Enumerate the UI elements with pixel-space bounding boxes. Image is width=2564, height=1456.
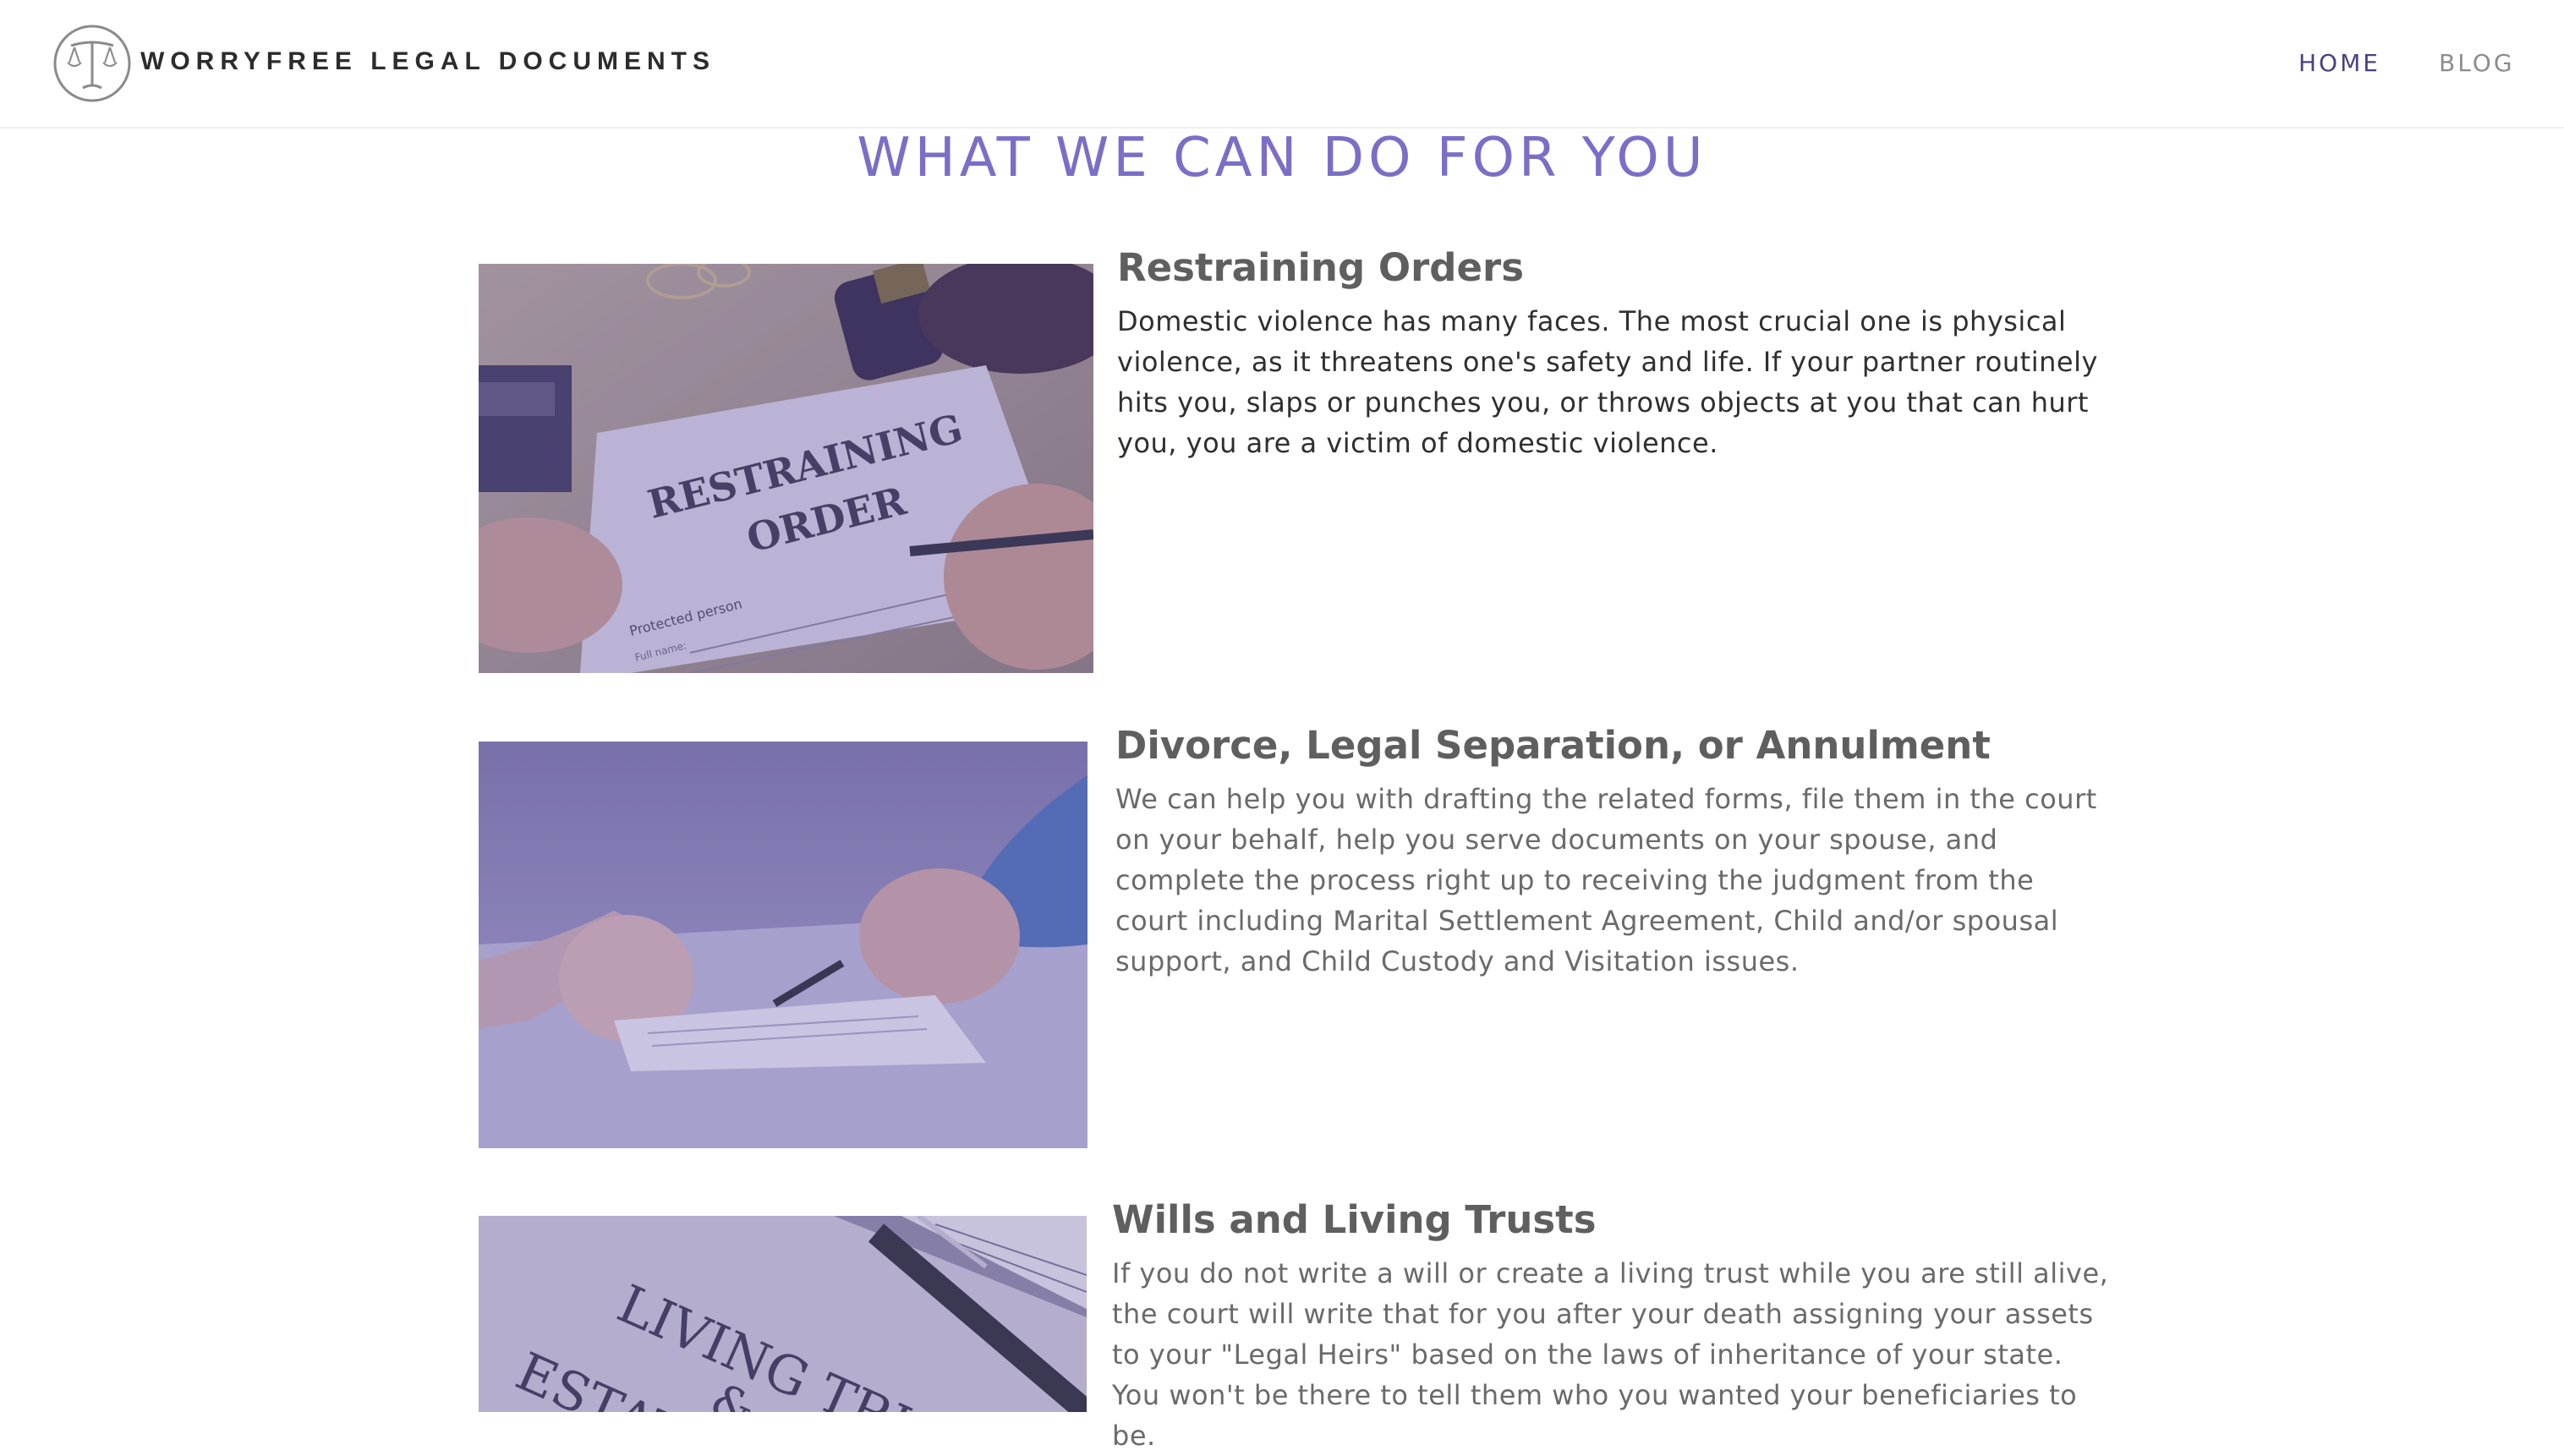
divorce-image — [479, 742, 1088, 1148]
site-header: WORRYFREE LEGAL DOCUMENTS HOME BLOG — [0, 0, 2564, 129]
nav-blog-link[interactable]: BLOG — [2439, 49, 2515, 77]
service-title-restraining-orders: Restraining Orders — [1117, 245, 1524, 290]
brand-name[interactable]: WORRYFREE LEGAL DOCUMENTS — [140, 47, 715, 76]
service-title-divorce: Divorce, Legal Separation, or Annulment — [1115, 723, 1991, 768]
restraining-order-image: RESTRAINING ORDER Protected person Full … — [479, 264, 1093, 673]
section-title: WHAT WE CAN DO FOR YOU — [857, 127, 1707, 189]
scales-of-justice-icon[interactable] — [52, 24, 132, 103]
living-trust-image: LIVING TRUST ESTATE & — [479, 1216, 1087, 1412]
service-text-restraining-orders: Domestic violence has many faces. The mo… — [1117, 305, 2098, 459]
service-text-divorce: We can help you with drafting the relate… — [1115, 783, 2097, 977]
service-title-wills-trusts: Wills and Living Trusts — [1112, 1197, 1597, 1242]
service-text-wills-trusts: If you do not write a will or create a l… — [1112, 1257, 2109, 1452]
nav-home-link[interactable]: HOME — [2298, 49, 2380, 77]
